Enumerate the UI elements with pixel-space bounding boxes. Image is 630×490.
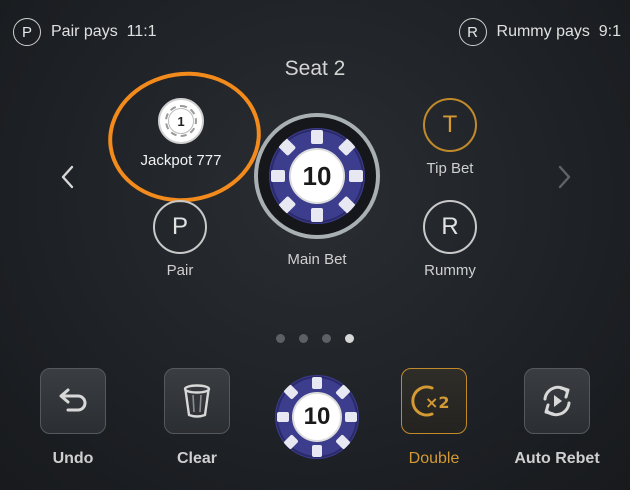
auto-rebet-button[interactable]: Auto Rebet [502, 368, 612, 468]
tip-bet-spot[interactable]: T Tip Bet [410, 98, 490, 177]
jackpot-bet-spot[interactable]: 1 Jackpot 777 [118, 98, 244, 169]
undo-label: Undo [52, 450, 94, 467]
page-indicator [0, 334, 630, 343]
main-bet-spot[interactable]: 10 [254, 113, 380, 239]
pair-payout-info: P Pair pays 11:1 [13, 18, 157, 46]
jackpot-chip-value: 1 [168, 108, 194, 134]
auto-rebet-button-frame[interactable] [524, 368, 590, 434]
auto-rebet-cycle-icon [543, 385, 571, 417]
double-x2-icon: ×2 [411, 385, 450, 417]
pair-badge-icon: P [153, 200, 207, 254]
page-dot[interactable] [276, 334, 285, 343]
rummy-label: Rummy [424, 262, 476, 279]
double-label: Double [408, 450, 460, 467]
jackpot-chip: 1 [158, 98, 204, 144]
auto-rebet-label: Auto Rebet [514, 450, 600, 467]
selected-chip-value: 10 [292, 392, 342, 442]
pair-bet-spot[interactable]: P Pair [140, 200, 220, 279]
clear-label: Clear [176, 450, 218, 467]
chevron-left-icon[interactable] [52, 160, 82, 194]
betting-panel: P Pair pays 11:1 R Rummy pays 9:1 Seat 2… [0, 0, 630, 490]
rummy-badge-icon: R [458, 18, 487, 46]
seat-title: Seat 2 [284, 57, 346, 80]
pair-payout-text: Pair pays 11:1 [51, 23, 157, 40]
rummy-bet-spot[interactable]: R Rummy [410, 200, 490, 279]
undo-button-frame[interactable] [40, 368, 106, 434]
tip-badge-icon: T [423, 98, 477, 152]
page-dot-active[interactable] [345, 334, 354, 343]
rummy-payout-text: Rummy pays 9:1 [496, 23, 621, 40]
main-bet-chip-value: 10 [289, 148, 345, 204]
double-x2-text: ×2 [425, 393, 450, 412]
jackpot-label: Jackpot 777 [140, 152, 222, 169]
pair-label: Pair [166, 262, 194, 279]
trash-cup-icon [183, 384, 211, 418]
rummy-badge-icon: R [423, 200, 477, 254]
clear-button[interactable]: Clear [164, 368, 230, 468]
double-button[interactable]: ×2 Double [401, 368, 467, 468]
page-dot[interactable] [299, 334, 308, 343]
undo-arrow-icon [59, 388, 87, 412]
selected-chip-button[interactable]: 10 [275, 375, 359, 459]
tip-label: Tip Bet [426, 160, 474, 177]
clear-button-frame[interactable] [164, 368, 230, 434]
undo-button[interactable]: Undo [40, 368, 106, 468]
chevron-right-icon[interactable] [550, 160, 580, 194]
main-bet-label: Main Bet [287, 251, 347, 268]
main-bet-chip: 10 [269, 128, 365, 224]
double-button-frame[interactable]: ×2 [401, 368, 467, 434]
page-dot[interactable] [322, 334, 331, 343]
pair-badge-icon: P [13, 18, 41, 46]
rummy-payout-info: R Rummy pays 9:1 [458, 18, 621, 46]
